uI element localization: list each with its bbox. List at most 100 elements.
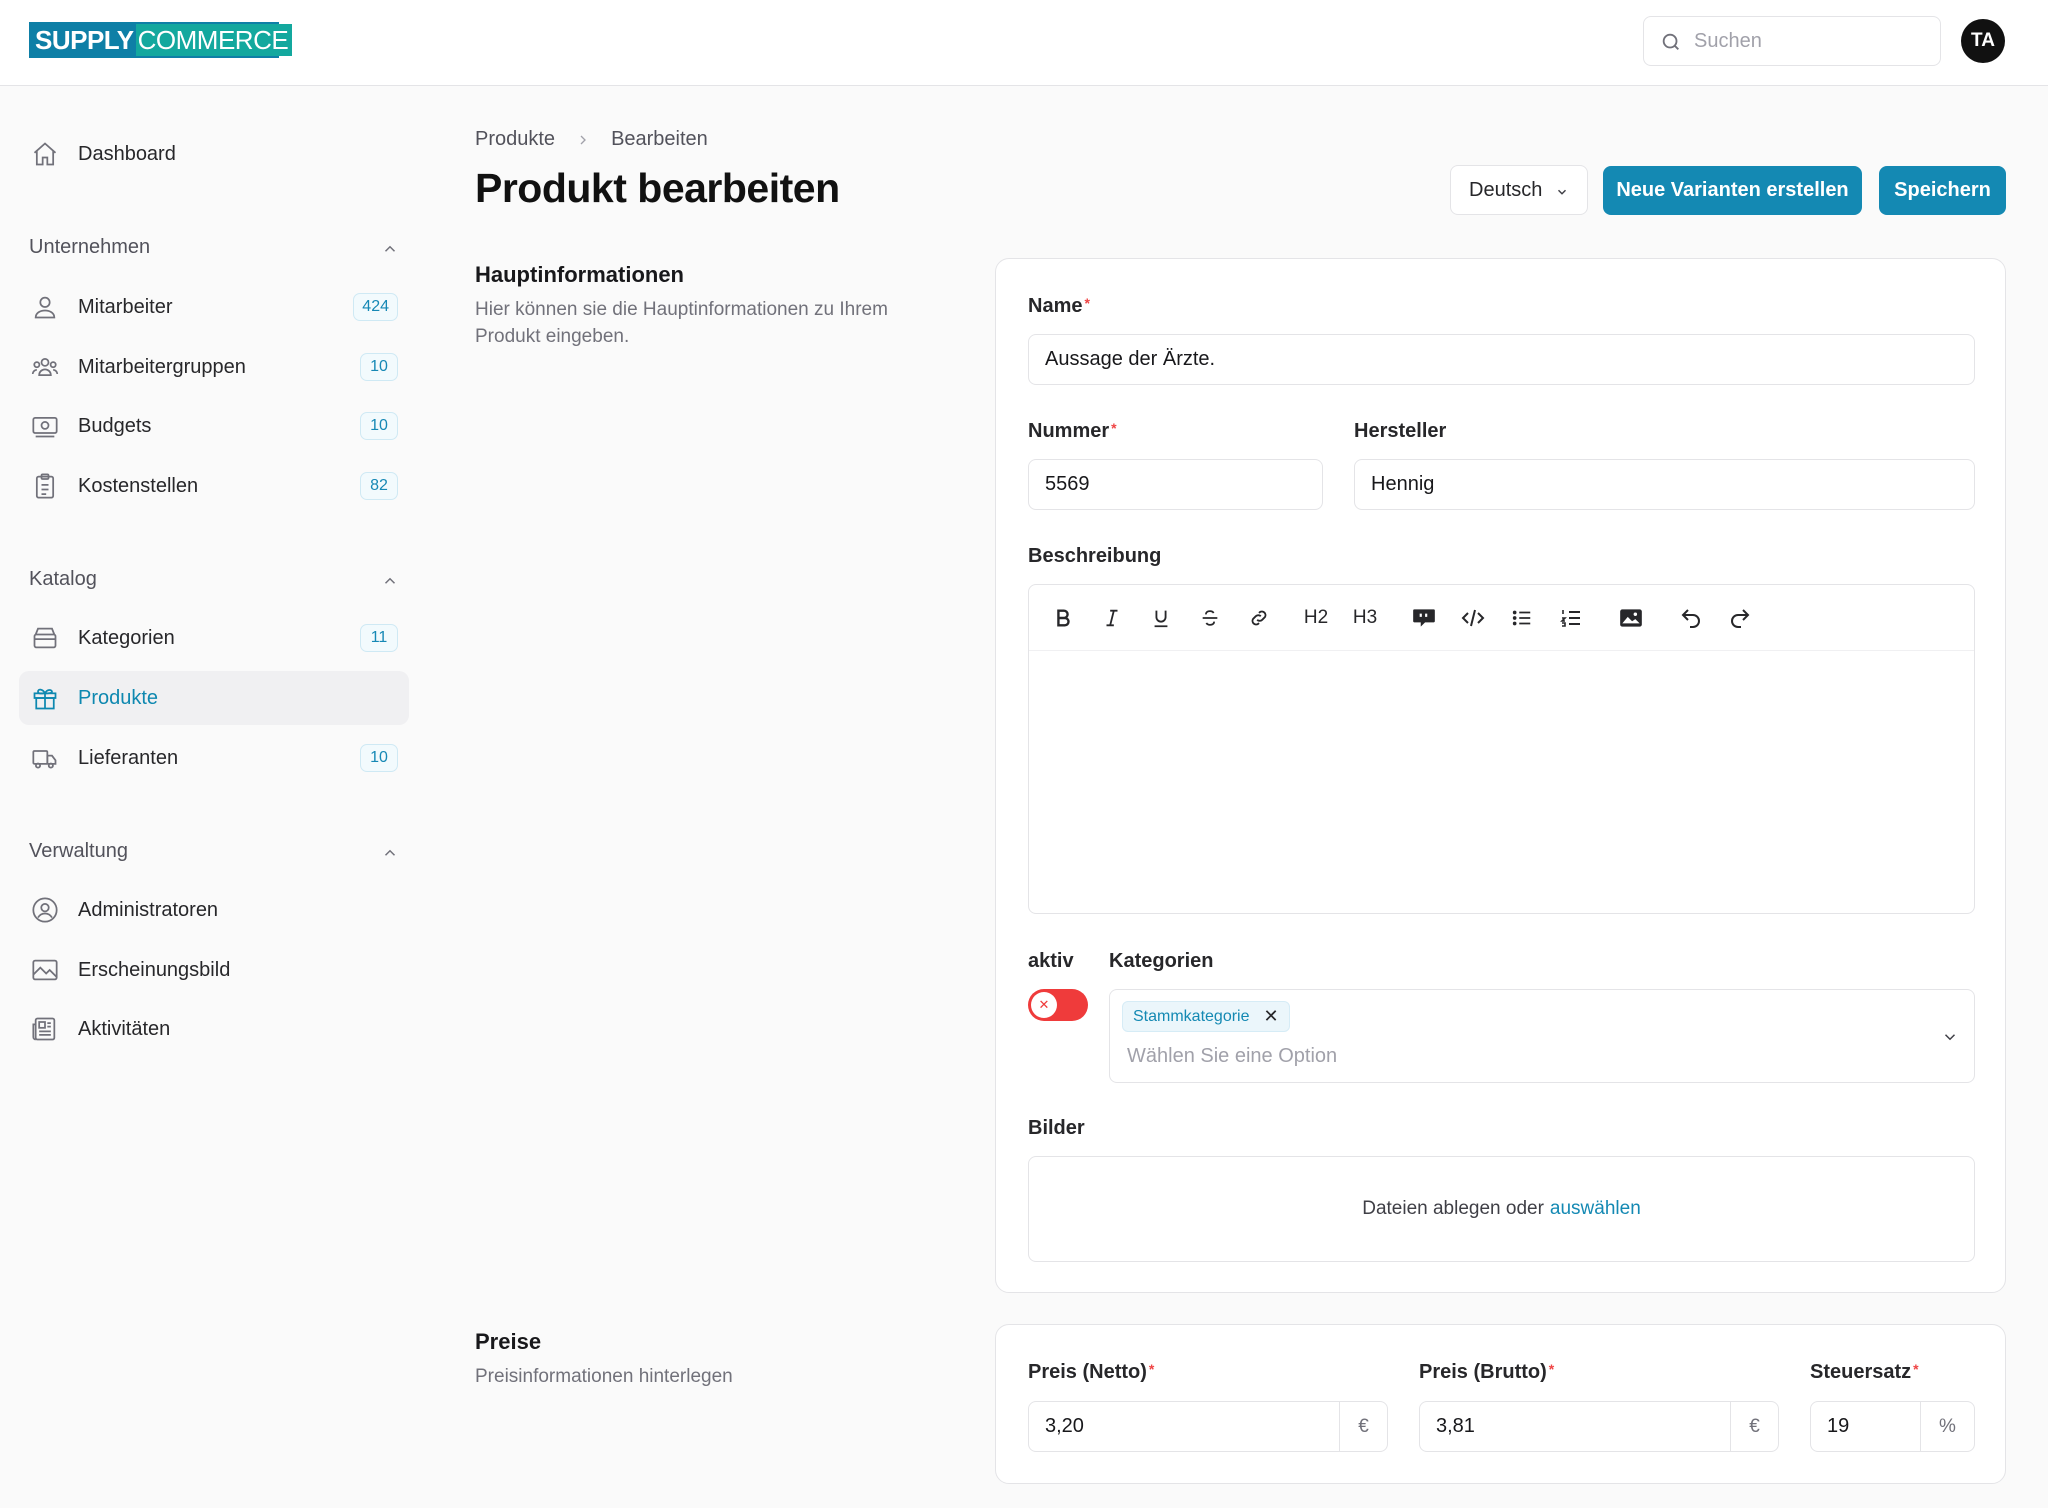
gross-price-value: 3,81 [1436, 1415, 1475, 1437]
undo-icon[interactable] [1674, 601, 1708, 635]
category-chip-label: Stammkategorie [1133, 1007, 1250, 1025]
tray-icon [33, 627, 57, 649]
avatar[interactable]: TA [1961, 19, 2005, 63]
image-dropzone[interactable]: Dateien ablegen oder auswählen [1028, 1156, 1975, 1262]
link-icon[interactable] [1242, 601, 1276, 635]
ordered-list-icon[interactable] [1554, 601, 1588, 635]
sidebar-item-budgets[interactable]: Budgets 10 [19, 399, 409, 453]
name-field[interactable]: Aussage der Ärzte. [1028, 334, 1975, 385]
bold-icon[interactable] [1046, 601, 1080, 635]
sidebar-item-mitarbeitergruppen[interactable]: Mitarbeitergruppen 10 [19, 340, 409, 394]
sidebar-item-label: Aktivitäten [78, 1017, 171, 1040]
editor-content-area[interactable] [1029, 651, 1974, 913]
count-badge: 424 [353, 293, 398, 321]
sidebar-item-label: Mitarbeiter [78, 295, 173, 318]
save-button[interactable]: Speichern [1879, 166, 2006, 215]
gift-icon [33, 688, 57, 710]
search-input[interactable] [1694, 17, 1924, 65]
sidebar-item-label: Lieferanten [78, 746, 179, 769]
gross-price-field[interactable]: 3,81 € [1419, 1401, 1779, 1452]
breadcrumb-item-bearbeiten: Bearbeiten [611, 128, 708, 150]
code-icon[interactable] [1456, 601, 1490, 635]
sidebar-item-erscheinungsbild[interactable]: Erscheinungsbild [19, 943, 409, 997]
gross-price-label: Preis (Brutto) * [1419, 1361, 1555, 1383]
categories-select[interactable]: Stammkategorie ✕ Wählen Sie eine Option [1109, 989, 1975, 1083]
page-title: Produkt bearbeiten [475, 165, 840, 211]
active-toggle[interactable]: ✕ [1028, 989, 1088, 1021]
sidebar-item-administratoren[interactable]: Administratoren [19, 883, 409, 937]
active-label: aktiv [1028, 950, 1074, 972]
chevron-up-icon [384, 577, 396, 584]
new-variants-button[interactable]: Neue Varianten erstellen [1603, 166, 1862, 215]
sidebar-item-kostenstellen[interactable]: Kostenstellen 82 [19, 459, 409, 513]
count-badge: 10 [360, 744, 398, 772]
italic-icon[interactable] [1095, 601, 1129, 635]
sidebar-item-mitarbeiter[interactable]: Mitarbeiter 424 [19, 280, 409, 334]
section-description-main-info: Hier können sie die Hauptinformationen z… [475, 299, 888, 347]
section-header-katalog[interactable]: Katalog [29, 568, 399, 591]
newspaper-icon [32, 1017, 56, 1041]
description-label: Beschreibung [1028, 545, 1162, 567]
language-select[interactable]: Deutsch [1450, 165, 1588, 215]
sidebar-item-label: Erscheinungsbild [78, 958, 231, 981]
chevron-up-icon [384, 245, 396, 252]
manufacturer-label: Hersteller [1354, 420, 1447, 442]
image-icon [32, 959, 58, 981]
section-title: Verwaltung [29, 840, 128, 862]
tax-rate-label: Steuersatz * [1810, 1361, 1919, 1383]
bullet-list-icon[interactable] [1505, 601, 1539, 635]
heading-2-icon[interactable]: H2 [1299, 601, 1333, 635]
breadcrumb-item-produkte[interactable]: Produkte [475, 128, 555, 151]
net-price-field[interactable]: 3,20 € [1028, 1401, 1388, 1452]
number-field[interactable]: 5569 [1028, 459, 1323, 510]
manufacturer-field[interactable]: Hennig [1354, 459, 1975, 510]
currency-suffix: € [1339, 1402, 1387, 1451]
sidebar-item-label: Kategorien [78, 626, 175, 649]
count-badge: 10 [360, 412, 398, 440]
chevron-right-icon [575, 132, 591, 148]
chevron-up-icon [384, 849, 396, 856]
tax-rate-field[interactable]: 19 % [1810, 1401, 1975, 1452]
sidebar-item-produkte[interactable]: Produkte [19, 671, 409, 725]
user-circle-icon [32, 897, 58, 923]
count-badge: 11 [360, 624, 398, 652]
sidebar-item-aktivitaeten[interactable]: Aktivitäten [19, 1002, 409, 1056]
sidebar-item-lieferanten[interactable]: Lieferanten 10 [19, 731, 409, 785]
heading-3-icon[interactable]: H3 [1348, 601, 1382, 635]
name-label: Name * [1028, 295, 1090, 317]
sidebar-item-label: Produkte [78, 686, 159, 709]
main-info-card: Name * Aussage der Ärzte. Nummer * 5569 He… [995, 258, 2006, 1293]
section-heading-main-info: Hauptinformationen [475, 262, 684, 287]
sidebar-item-dashboard[interactable]: Dashboard [19, 127, 409, 181]
category-chip: Stammkategorie ✕ [1122, 1001, 1290, 1032]
section-description-prices: Preisinformationen hinterlegen [475, 1366, 733, 1387]
section-header-unternehmen[interactable]: Unternehmen [29, 236, 399, 259]
underline-icon[interactable] [1144, 601, 1178, 635]
quote-icon[interactable] [1407, 601, 1441, 635]
prices-card: Preis (Netto) * 3,20 € Preis (Brutto) * 3,… [995, 1324, 2006, 1484]
section-title: Unternehmen [29, 236, 151, 258]
sidebar-item-kategorien[interactable]: Kategorien 11 [19, 611, 409, 665]
dropzone-text: Dateien ablegen oder [1362, 1198, 1544, 1219]
language-select-value: Deutsch [1469, 178, 1543, 201]
redo-icon[interactable] [1723, 601, 1757, 635]
search-box[interactable] [1643, 16, 1941, 66]
remove-chip-icon[interactable]: ✕ [1264, 1006, 1279, 1027]
percent-suffix: % [1920, 1402, 1974, 1451]
editor-toolbar: H2 H3 [1029, 585, 1974, 651]
select-files-link[interactable]: auswählen [1550, 1198, 1641, 1220]
sidebar-item-label: Dashboard [78, 142, 176, 165]
clipboard-icon [35, 473, 55, 499]
truck-icon [32, 750, 57, 769]
section-header-verwaltung[interactable]: Verwaltung [29, 840, 399, 863]
section-title: Katalog [29, 568, 97, 590]
image-insert-icon[interactable] [1614, 601, 1648, 635]
chevron-down-icon [1557, 189, 1567, 195]
logo[interactable]: SUPPLY COMMERCE [29, 22, 293, 58]
strikethrough-icon[interactable] [1193, 601, 1227, 635]
net-price-value: 3,20 [1045, 1415, 1084, 1437]
chevron-down-icon[interactable] [1941, 1028, 1959, 1046]
home-icon [33, 142, 57, 166]
sidebar-item-label: Kostenstellen [78, 474, 199, 497]
net-price-label: Preis (Netto) * [1028, 1361, 1155, 1383]
